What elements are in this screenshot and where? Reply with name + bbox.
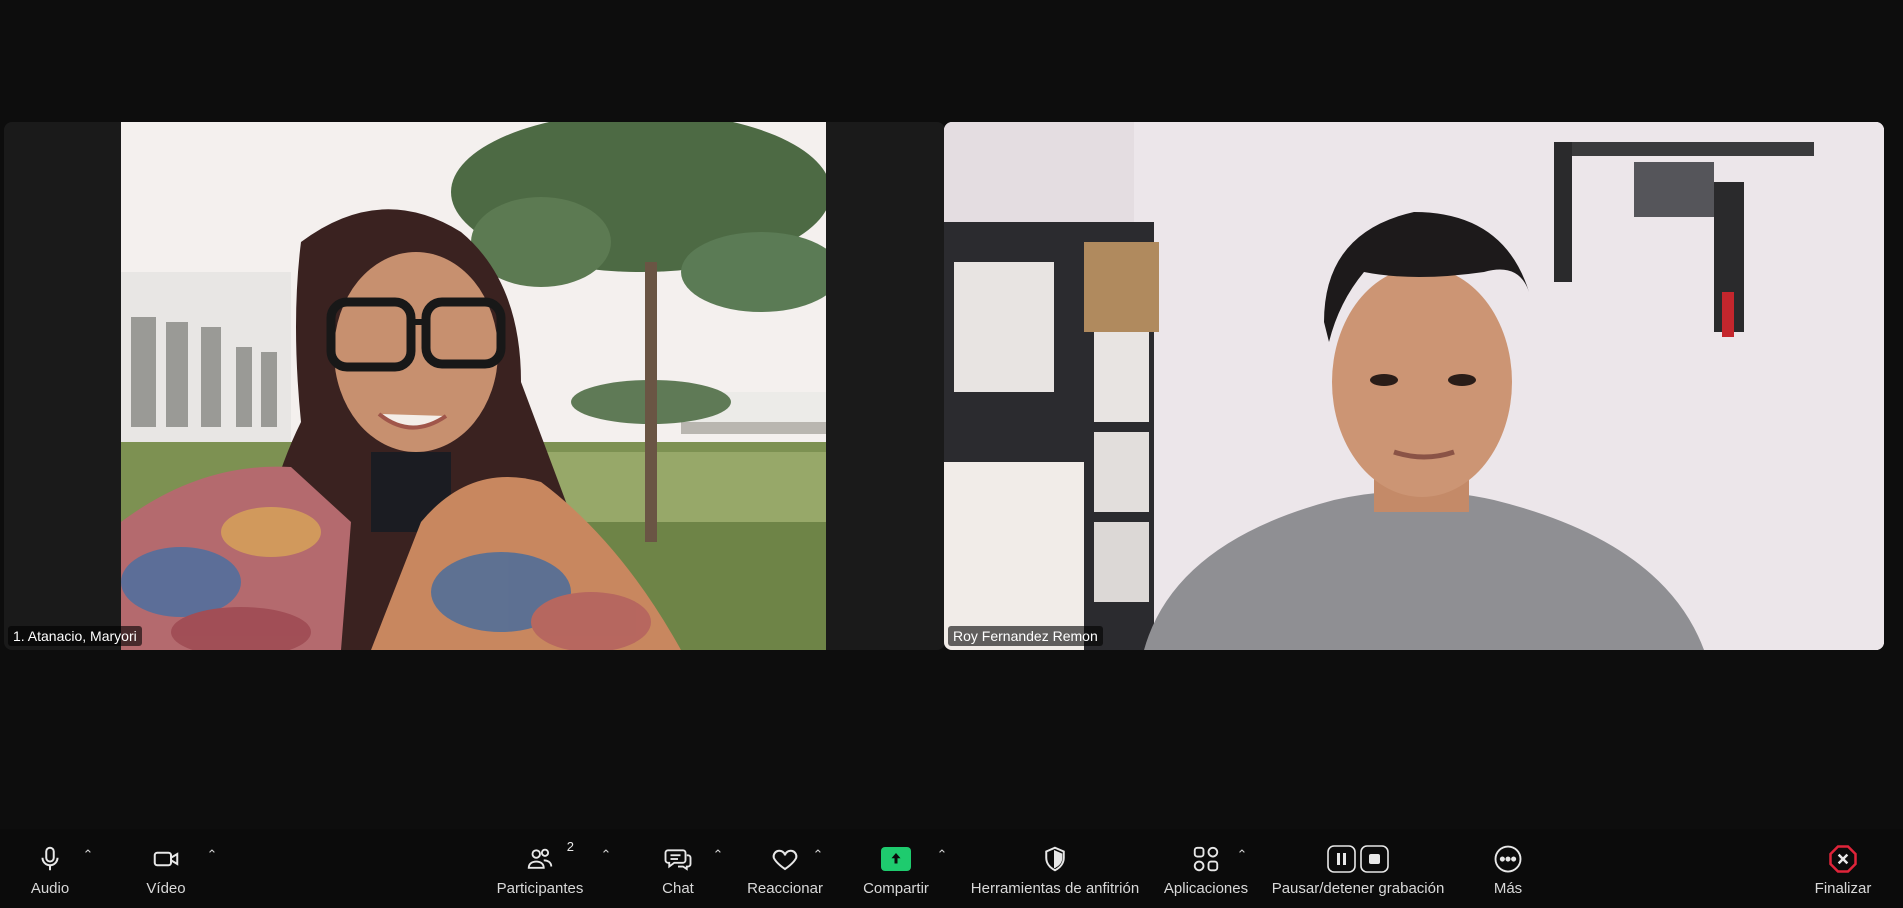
end-call-icon (1825, 841, 1861, 877)
shield-icon (1037, 841, 1073, 877)
audio-button[interactable]: Audio (24, 829, 76, 908)
audio-label: Audio (30, 879, 70, 897)
chat-options-caret[interactable]: ⌃ (710, 847, 726, 863)
react-options-caret[interactable]: ⌃ (810, 847, 826, 863)
end-meeting-label: Finalizar (1814, 879, 1872, 897)
share-arrow-icon (878, 841, 914, 877)
participant-name-tag: 1. Atanacio, Maryori (8, 626, 142, 646)
participants-options-caret[interactable]: ⌃ (598, 847, 614, 863)
chat-label: Chat (662, 879, 694, 897)
host-tools-label: Herramientas de anfitrión (970, 879, 1140, 897)
microphone-icon (32, 841, 68, 877)
apps-icon (1188, 841, 1224, 877)
video-camera-icon (148, 841, 184, 877)
audio-options-caret[interactable]: ⌃ (80, 847, 96, 863)
participant-tile[interactable]: Roy Fernandez Remon (944, 122, 1884, 650)
video-button[interactable]: Vídeo (140, 829, 192, 908)
participant-video (944, 122, 1884, 650)
end-meeting-button[interactable]: Finalizar (1812, 829, 1874, 908)
chat-icon (660, 841, 696, 877)
meeting-toolbar: Audio ⌃ Vídeo ⌃ 2 Participantes ⌃ Chat ⌃… (0, 829, 1903, 908)
participant-video (121, 122, 826, 650)
participants-count: 2 (566, 838, 574, 854)
apps-options-caret[interactable]: ⌃ (1234, 847, 1250, 863)
heart-icon (767, 841, 803, 877)
participants-button[interactable]: 2 Participantes (492, 829, 588, 908)
participant-tile[interactable]: 1. Atanacio, Maryori (4, 122, 945, 650)
more-icon (1490, 841, 1526, 877)
pause-stop-icon (1326, 841, 1390, 877)
share-label: Compartir (863, 879, 929, 897)
meeting-stage: 1. Atanacio, Maryori Roy Fernandez Remon (0, 0, 1903, 829)
pause-stop-recording-button[interactable]: Pausar/detener grabación (1268, 829, 1448, 908)
more-label: Más (1493, 879, 1523, 897)
react-button[interactable]: Reaccionar (746, 829, 824, 908)
share-button[interactable]: Compartir (860, 829, 932, 908)
host-tools-button[interactable]: Herramientas de anfitrión (966, 829, 1144, 908)
participants-icon: 2 (522, 839, 574, 877)
apps-label: Aplicaciones (1163, 879, 1249, 897)
pause-stop-recording-label: Pausar/detener grabación (1271, 879, 1445, 897)
video-label: Vídeo (146, 879, 186, 897)
participant-name-tag: Roy Fernandez Remon (948, 626, 1103, 646)
share-options-caret[interactable]: ⌃ (934, 847, 950, 863)
participants-label: Participantes (496, 879, 584, 897)
more-button[interactable]: Más (1488, 829, 1528, 908)
video-options-caret[interactable]: ⌃ (204, 847, 220, 863)
apps-button[interactable]: Aplicaciones (1162, 829, 1250, 908)
react-label: Reaccionar (747, 879, 823, 897)
chat-button[interactable]: Chat (656, 829, 700, 908)
